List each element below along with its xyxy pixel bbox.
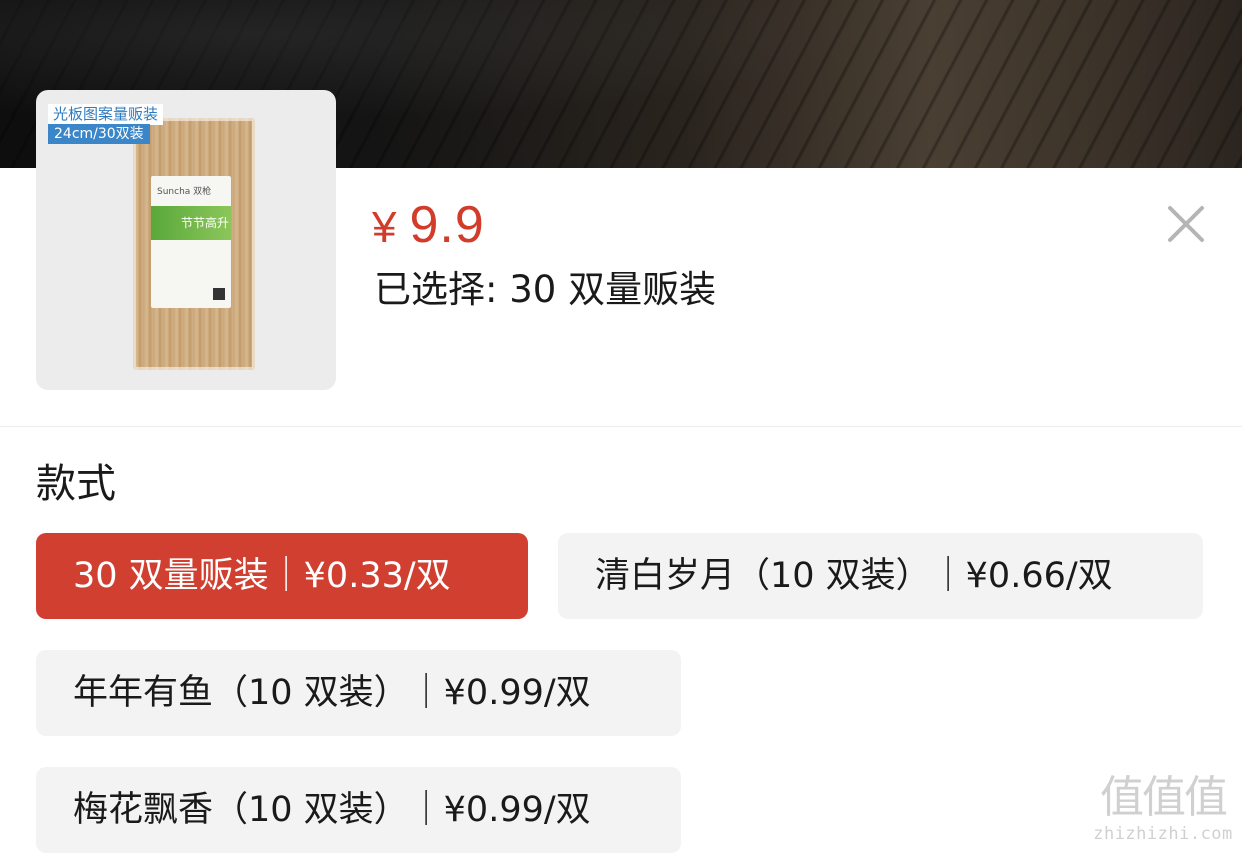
- selected-variant-text: 已选择: 30 双量贩装: [374, 268, 717, 311]
- close-icon: [1168, 206, 1204, 242]
- product-thumbnail[interactable]: Suncha 双枪 节节高升 光板图案量贩装 24cm/30双装: [36, 90, 336, 390]
- style-option-30-pairs[interactable]: 30 双量贩装｜¥0.33/双: [36, 533, 528, 619]
- qr-code-icon: [213, 288, 225, 300]
- style-section-title: 款式: [36, 461, 116, 507]
- currency-symbol: ¥: [372, 203, 398, 252]
- price: ¥9.9: [372, 195, 485, 258]
- package-slogan-text: 节节高升: [181, 216, 230, 230]
- divider: [0, 426, 1242, 427]
- style-option-meihua-piaoxiang[interactable]: 梅花飘香（10 双装）｜¥0.99/双: [36, 767, 681, 853]
- watermark-mark: 值值值: [1100, 772, 1228, 823]
- package-green-band: 节节高升: [151, 206, 231, 240]
- thumbnail-spec-tag: 24cm/30双装: [48, 124, 150, 144]
- watermark-url: zhizhizhi.com: [1093, 824, 1233, 844]
- watermark-logo: 值值值 zhizhizhi.com: [1088, 772, 1238, 844]
- thumbnail-tag: 光板图案量贩装: [48, 104, 164, 125]
- style-option-niannian-youyu[interactable]: 年年有鱼（10 双装）｜¥0.99/双: [36, 650, 681, 736]
- style-option-qingbai-suiyue[interactable]: 清白岁月（10 双装）｜¥0.66/双: [558, 533, 1203, 619]
- price-value: 9.9: [409, 196, 485, 254]
- chopsticks-package-image: Suncha 双枪 节节高升: [133, 118, 255, 370]
- package-brand-text: Suncha 双枪: [157, 187, 212, 197]
- package-label: Suncha 双枪 节节高升: [151, 176, 231, 308]
- close-button[interactable]: [1162, 200, 1210, 248]
